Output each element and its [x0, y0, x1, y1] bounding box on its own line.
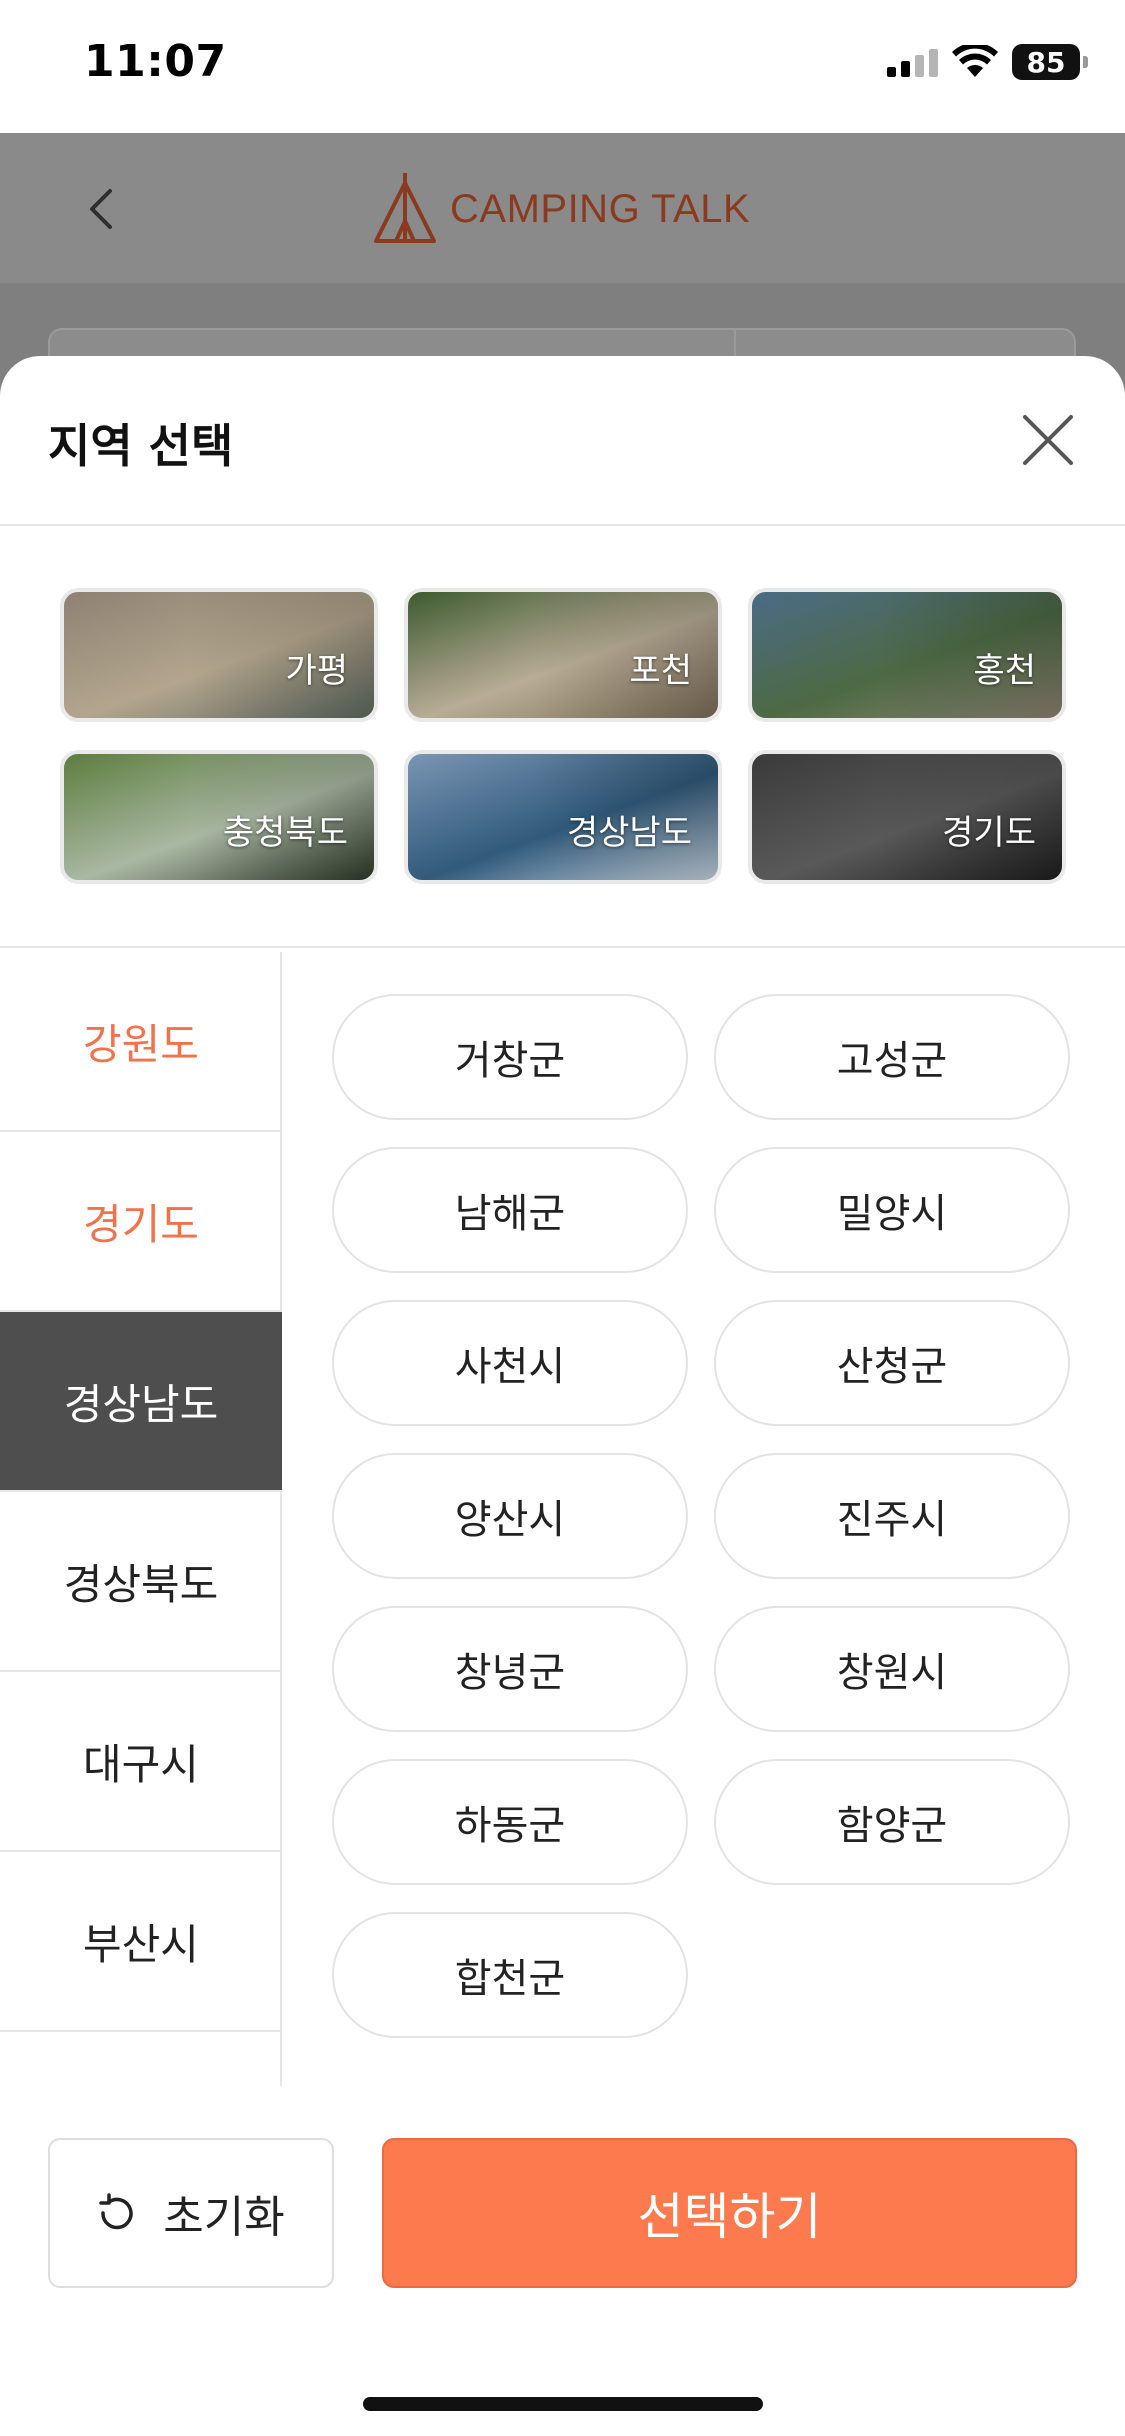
district-chip[interactable]: 고성군 — [714, 994, 1070, 1120]
district-chip[interactable]: 밀양시 — [714, 1147, 1070, 1273]
district-chip[interactable]: 창녕군 — [332, 1606, 688, 1732]
featured-region-card[interactable]: 가평 — [60, 588, 378, 722]
reset-label: 초기화 — [163, 2192, 285, 2243]
close-icon — [1023, 415, 1073, 465]
back-icon[interactable] — [80, 187, 124, 231]
district-chip[interactable]: 함양군 — [714, 1759, 1070, 1885]
sheet-header: 지역 선택 — [0, 356, 1125, 526]
close-button[interactable] — [1016, 408, 1080, 472]
district-chip[interactable]: 남해군 — [332, 1147, 688, 1273]
reset-icon — [99, 2193, 133, 2230]
home-indicator — [363, 2397, 763, 2411]
app-logo: CAMPING TALK — [370, 169, 750, 249]
province-item[interactable]: 대구시 — [0, 1672, 282, 1852]
district-chip[interactable]: 창원시 — [714, 1606, 1070, 1732]
featured-regions: 가평 포천 홍천충청북도 경상남도 경기도 — [0, 528, 1125, 948]
district-chip[interactable]: 산청군 — [714, 1300, 1070, 1426]
province-item[interactable]: 부산시 — [0, 1852, 282, 2032]
status-time: 11:07 — [84, 36, 227, 87]
submit-label: 선택하기 — [637, 2188, 822, 2246]
tent-logo-icon — [374, 173, 436, 243]
featured-region-card[interactable]: 포천 — [404, 588, 722, 722]
cellular-signal-icon — [887, 47, 938, 77]
district-chip[interactable]: 양산시 — [332, 1453, 688, 1579]
district-chip[interactable]: 사천시 — [332, 1300, 688, 1426]
province-item[interactable]: 경기도 — [0, 1132, 282, 1312]
featured-region-card[interactable]: 경상남도 — [404, 750, 722, 884]
featured-region-card[interactable]: 충청북도 — [60, 750, 378, 884]
battery-icon: 85 — [1012, 44, 1088, 80]
wifi-icon — [952, 45, 998, 77]
district-chip[interactable]: 합천군 — [332, 1912, 688, 2038]
featured-region-label: 홍천 — [973, 651, 1036, 691]
featured-region-label: 포천 — [629, 651, 692, 691]
featured-region-card[interactable]: 홍천 — [748, 588, 1066, 722]
district-chip[interactable]: 하동군 — [332, 1759, 688, 1885]
featured-region-label: 경상남도 — [566, 813, 692, 853]
province-item[interactable]: 경상남도 — [0, 1312, 282, 1492]
region-select-sheet: 지역 선택 가평 포천 홍천 충청북도 경상남도 경기도 강원도 경기도 경상남도 경상북도 대구… — [0, 356, 1125, 2436]
district-chip[interactable]: 진주시 — [714, 1453, 1070, 1579]
featured-region-label: 가평 — [285, 651, 348, 691]
reset-button[interactable]: 초기화 — [48, 2138, 334, 2288]
brand-name: CAMPING TALK — [450, 186, 751, 231]
sheet-title: 지역 선택 — [48, 419, 234, 473]
province-list: 강원도 경기도 경상남도 경상북도 대구시 부산시 — [0, 952, 282, 2086]
province-item[interactable]: 강원도 — [0, 952, 282, 1132]
status-icons: 85 — [887, 44, 1088, 80]
submit-button[interactable]: 선택하기 — [382, 2138, 1077, 2288]
province-item[interactable]: 경상북도 — [0, 1492, 282, 1672]
status-bar: 11:07 85 — [0, 0, 1125, 133]
district-chip[interactable]: 거창군 — [332, 994, 688, 1120]
featured-region-label: 충청북도 — [222, 813, 348, 853]
featured-region-label: 경기도 — [942, 813, 1036, 853]
app-header: CAMPING TALK — [0, 133, 1125, 283]
featured-region-card[interactable]: 경기도 — [748, 750, 1066, 884]
